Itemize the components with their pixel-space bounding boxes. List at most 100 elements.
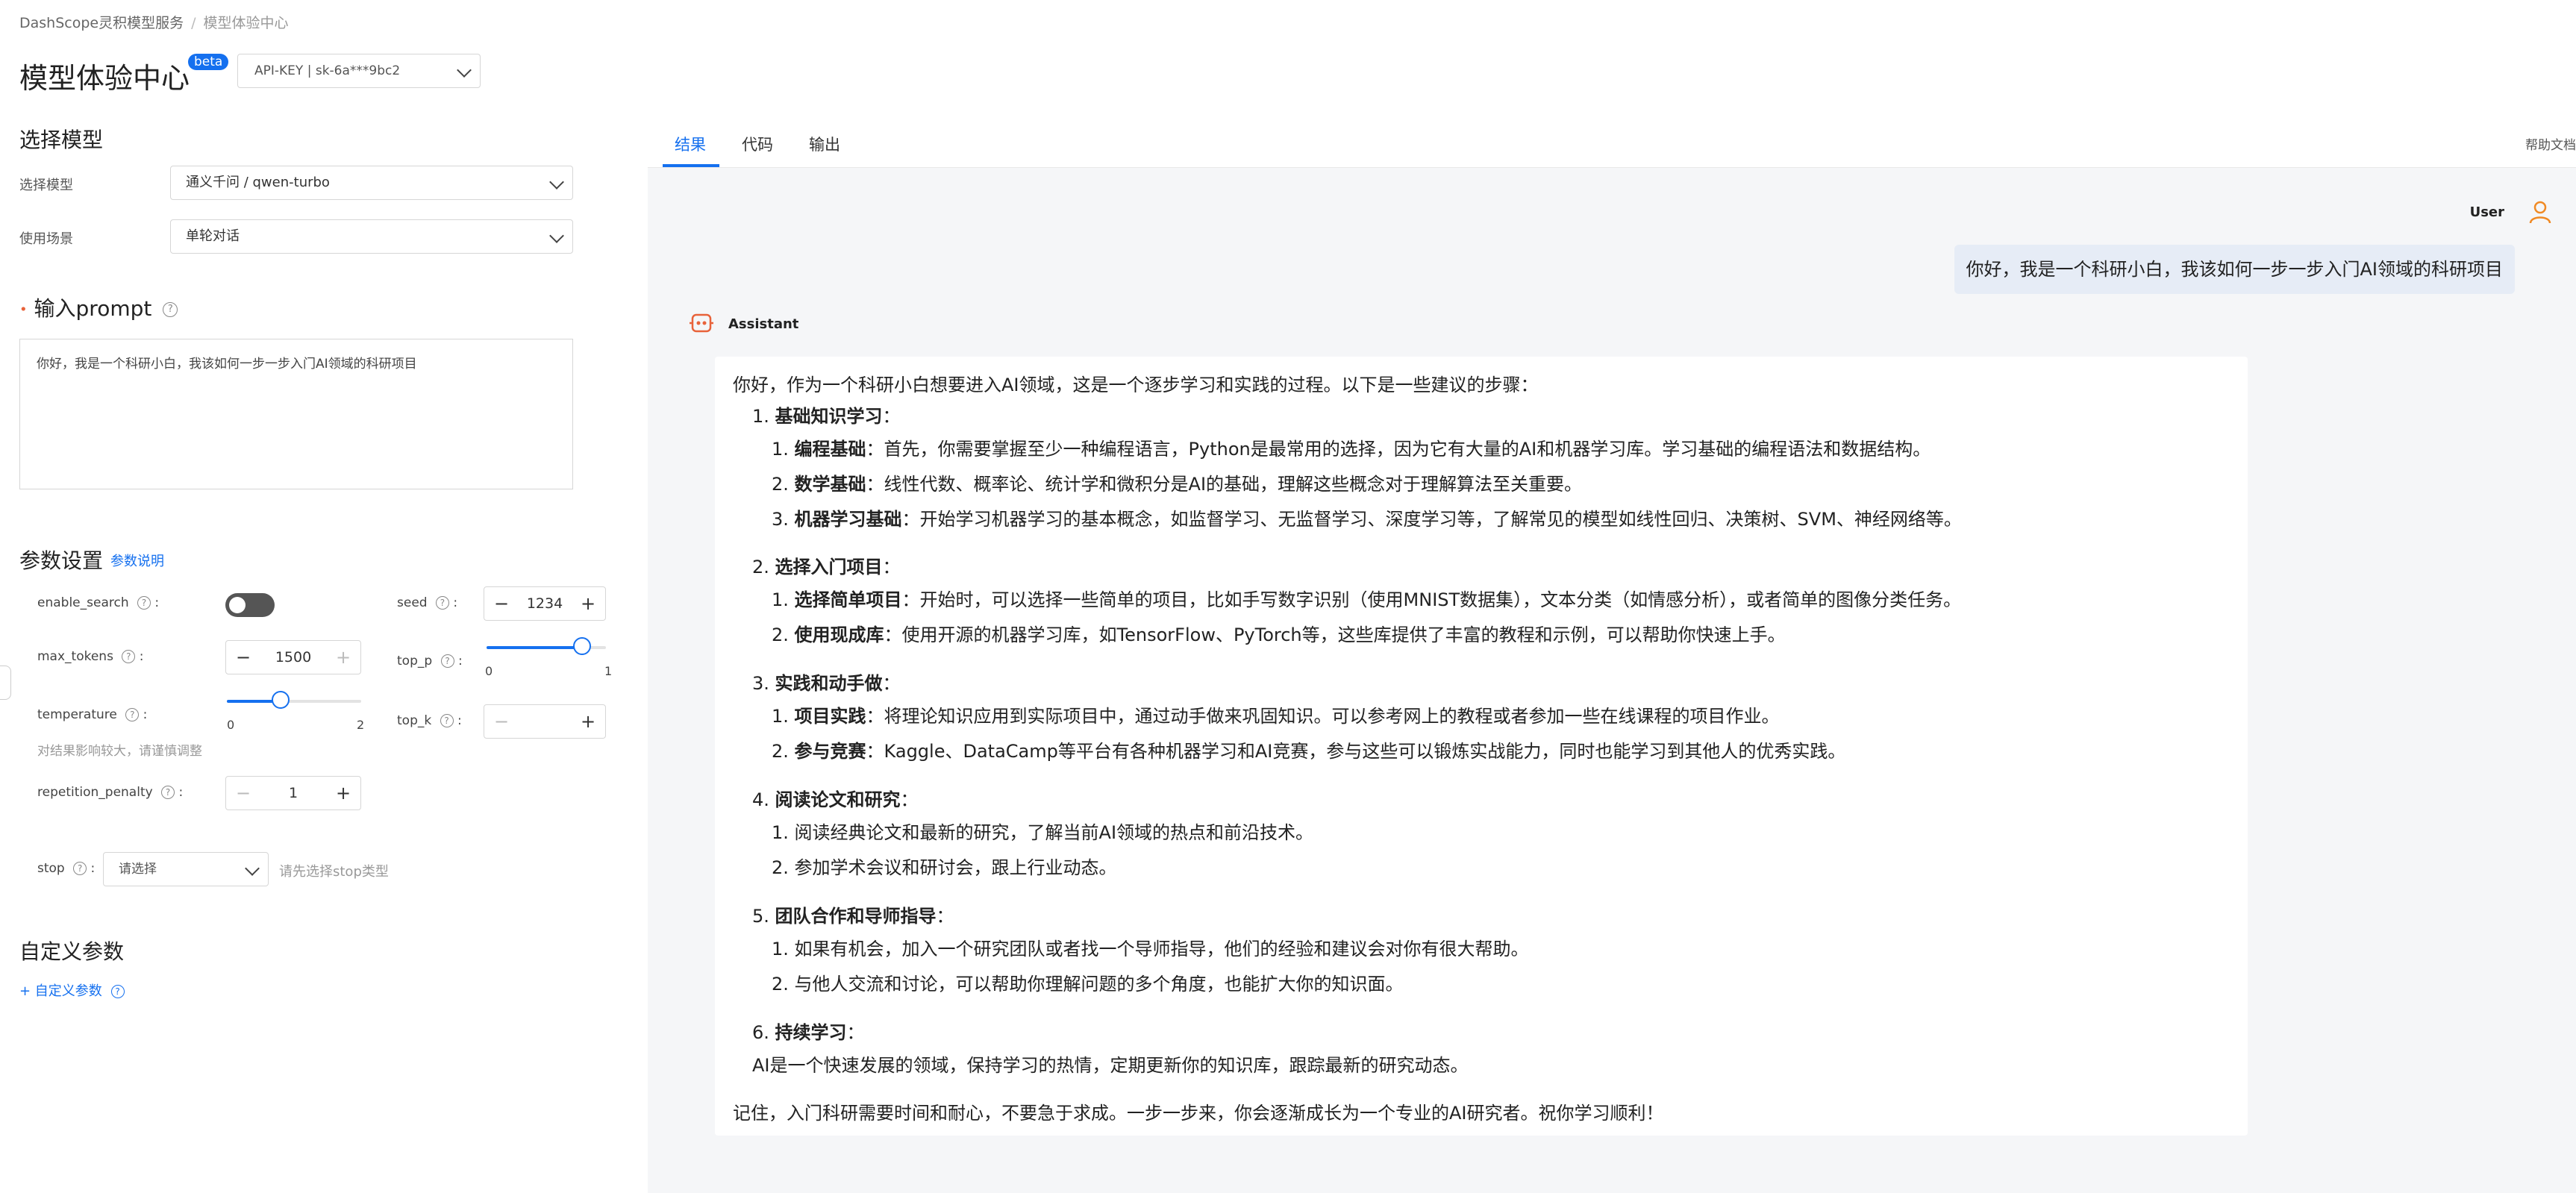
model-section-title: 选择模型 [19,128,104,152]
max-tokens-value[interactable]: 1500 [260,649,326,666]
scene-label: 使用场景 [19,231,73,247]
list-item: AI是一个快速发展的领域，保持学习的热情，定期更新你的知识库，跟踪最新的研究动态… [752,1055,1469,1076]
help-icon[interactable]: ? [163,302,178,317]
list-item: 3. 实践和动手做： [752,673,901,694]
list-item: 2. 参加学术会议和研讨会，跟上行业动态。 [772,857,1117,878]
stop-select-placeholder: 请选择 [119,862,157,877]
stop-label-row: stop ? : [37,861,95,876]
help-icon[interactable]: ? [435,596,449,610]
repetition-penalty-label: repetition_penalty [37,785,153,800]
active-tab-indicator [663,164,719,167]
help-icon[interactable]: ? [440,654,454,668]
list-item: 2. 参与竞赛：Kaggle、DataCamp等平台有各种机器学习和AI竞赛，参… [772,741,1846,762]
api-key-select[interactable]: API-KEY | sk-6a***9bc2 [237,54,481,88]
temperature-slider-handle[interactable] [272,691,290,709]
answer-intro: 你好，作为一个科研小白想要进入AI领域，这是一个逐步学习和实践的过程。以下是一些… [733,375,1539,395]
decrement-button[interactable]: − [226,647,260,668]
top-p-label-row: top_p ? : [397,654,463,668]
prompt-textarea[interactable]: 你好，我是一个科研小白，我该如何一步一步入门AI领域的科研项目 [19,339,573,489]
decrement-button[interactable]: − [484,593,519,614]
list-item: 1. 如果有机会，加入一个研究团队或者找一个导师指导，他们的经验和建议会对你有很… [772,939,1529,959]
temperature-max: 2 [357,718,365,732]
decrement-button[interactable]: − [484,711,519,732]
prompt-title-row: • 输入prompt ? [19,292,178,322]
user-icon [2527,198,2554,228]
tab-result[interactable]: 结果 [675,133,706,155]
enable-search-label-row: enable_search ? : [37,595,159,610]
breadcrumb-separator: / [191,15,196,31]
list-item: 2. 选择入门项目： [752,557,901,577]
increment-button[interactable]: + [326,783,360,804]
params-help-link[interactable]: 参数说明 [110,551,164,570]
temperature-label: temperature [37,707,117,722]
max-tokens-stepper[interactable]: − 1500 + [225,640,361,674]
params-title: 参数设置 [19,548,104,573]
increment-button[interactable]: + [326,647,360,668]
chevron-down-icon [457,63,472,78]
max-tokens-label-row: max_tokens ? : [37,649,143,664]
seed-stepper[interactable]: − 1234 + [484,586,606,621]
repetition-penalty-value[interactable]: 1 [260,785,326,801]
increment-button[interactable]: + [571,711,605,732]
assistant-message: 你好，作为一个科研小白想要进入AI领域，这是一个逐步学习和实践的过程。以下是一些… [715,357,2248,1136]
help-icon[interactable]: ? [73,862,87,875]
page-title: 模型体验中心 [19,62,190,95]
scene-select[interactable]: 单轮对话 [170,219,573,254]
assistant-icon [688,312,715,339]
colon: : [90,861,96,876]
model-select[interactable]: 通义千问 / qwen-turbo [170,166,573,200]
list-item: 1. 阅读经典论文和最新的研究，了解当前AI领域的热点和前沿技术。 [772,822,1314,843]
stop-select[interactable]: 请选择 [103,852,269,886]
top-p-slider-handle[interactable] [573,637,591,655]
list-item: 1. 项目实践：将理论知识应用到实际项目中，通过动手做来巩固知识。可以参考网上的… [772,706,1780,727]
stop-label: stop [37,861,65,876]
top-p-slider-fill [487,646,582,649]
increment-button[interactable]: + [571,593,605,614]
colon: : [453,595,458,610]
help-icon[interactable]: ? [137,596,151,610]
top-k-stepper[interactable]: − + [484,704,606,739]
decrement-button[interactable]: − [226,783,260,804]
temperature-min: 0 [227,718,235,732]
tab-code[interactable]: 代码 [742,133,773,155]
list-item: 1. 基础知识学习： [752,406,901,427]
assistant-label: Assistant [728,316,799,332]
top-p-slider[interactable] [487,637,606,655]
list-item: 2. 使用现成库：使用开源的机器学习库，如TensorFlow、PyTorch等… [772,624,1786,645]
answer-closing: 记住，入门科研需要时间和耐心，不要急于求成。一步一步来，你会逐渐成长为一个专业的… [733,1103,1664,1124]
chevron-down-icon [245,861,260,876]
repetition-penalty-stepper[interactable]: − 1 + [225,776,361,810]
required-mark: • [19,301,28,318]
list-item: 6. 持续学习： [752,1022,865,1043]
temperature-slider[interactable] [227,691,361,709]
seed-label: seed [397,595,428,610]
tabs-bar [648,110,2576,168]
list-item: 2. 数学基础：线性代数、概率论、统计学和微积分是AI的基础，理解这些概念对于理… [772,474,1583,495]
enable-search-label: enable_search [37,595,129,610]
add-custom-param-button[interactable]: + 自定义参数 ? [19,980,125,1000]
prompt-title: 输入prompt [34,296,152,321]
help-icon[interactable]: ? [125,708,140,721]
help-icon[interactable]: ? [440,714,454,727]
help-icon[interactable]: ? [161,786,175,799]
help-icon[interactable]: ? [122,650,136,663]
colon: : [154,595,160,610]
list-item: 5. 团队合作和导师指导： [752,906,954,927]
help-docs-link[interactable]: 帮助文档 [2525,134,2576,153]
colon: : [139,649,144,664]
help-icon[interactable]: ? [110,985,125,998]
breadcrumb-root[interactable]: DashScope灵积模型服务 [19,15,184,31]
beta-badge: beta [188,54,229,70]
collapse-handle[interactable] [0,666,11,700]
seed-value[interactable]: 1234 [519,595,571,612]
model-label: 选择模型 [19,178,73,193]
seed-label-row: seed ? : [397,595,457,610]
breadcrumb-current: 模型体验中心 [203,15,289,31]
temperature-hint: 对结果影响较大，请谨慎调整 [37,744,202,759]
api-key-value: API-KEY | sk-6a***9bc2 [254,63,401,78]
tab-output[interactable]: 输出 [809,133,840,155]
user-message-bubble: 你好，我是一个科研小白，我该如何一步一步入门AI领域的科研项目 [1954,245,2515,294]
enable-search-toggle[interactable] [225,593,275,617]
list-item: 2. 与他人交流和讨论，可以帮助你理解问题的多个角度，也能扩大你的知识面。 [772,974,1404,995]
top-k-label-row: top_k ? : [397,713,462,728]
